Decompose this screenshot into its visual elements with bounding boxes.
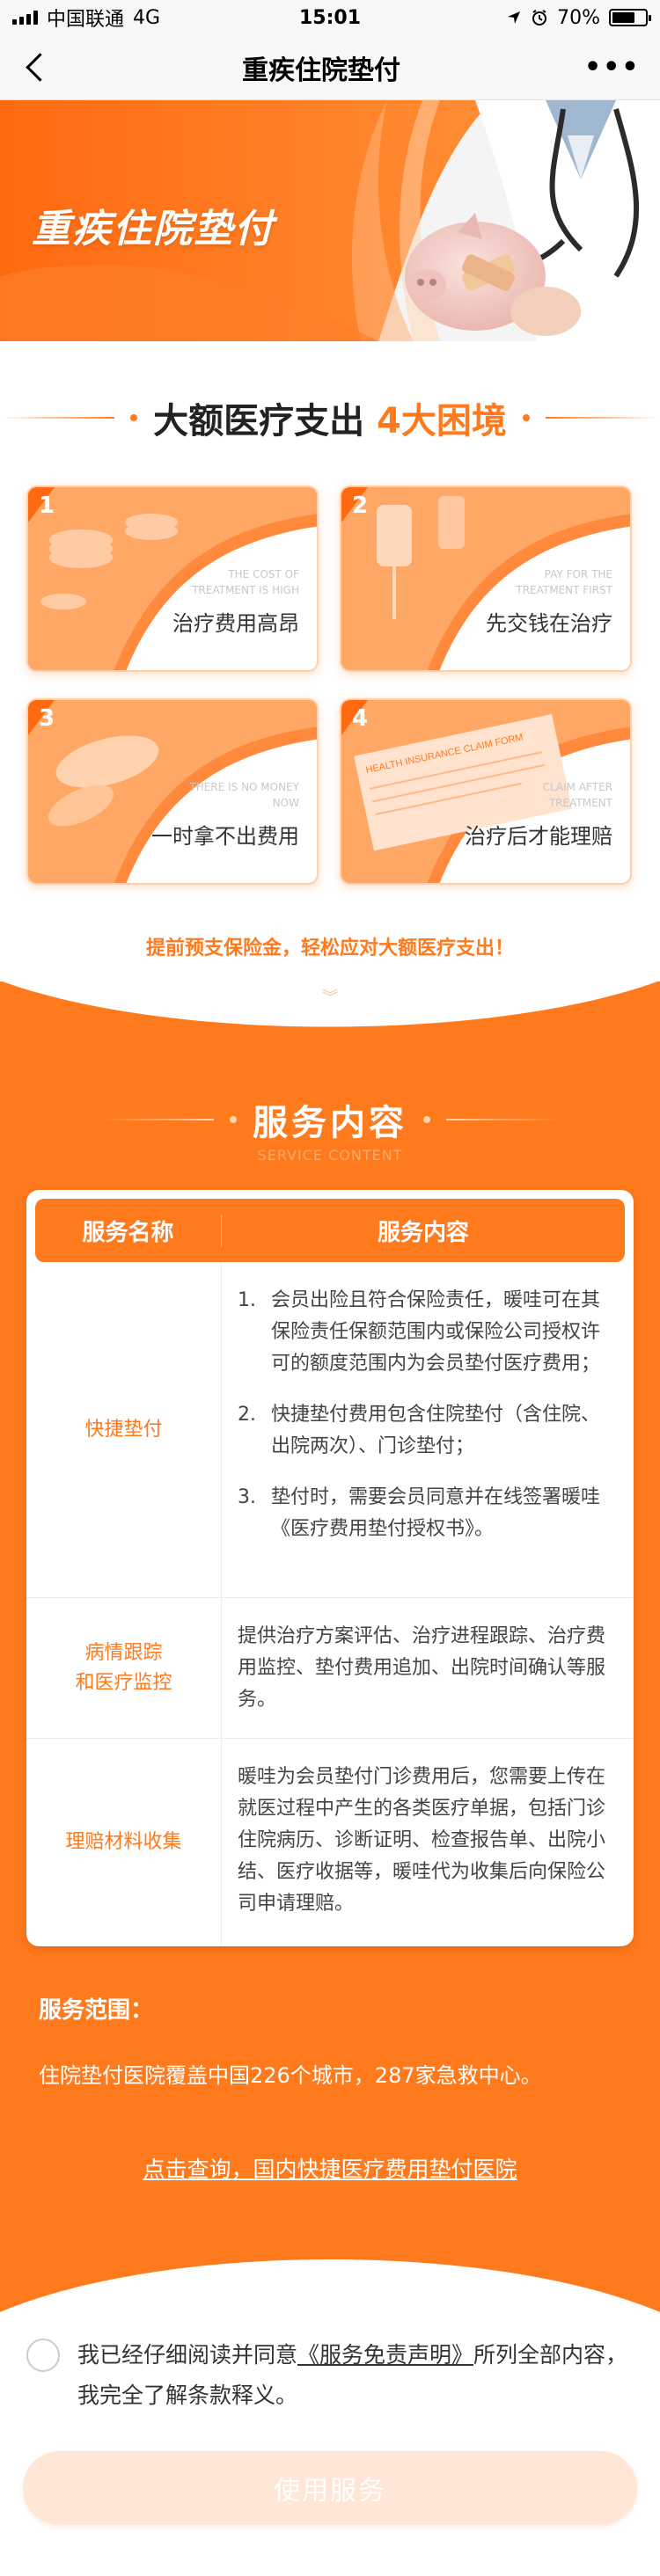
banner-title: 重疾住院垫付 bbox=[32, 207, 275, 252]
dilemma-heading: 大额医疗支出 4大困境 bbox=[0, 392, 660, 443]
location-icon bbox=[508, 11, 521, 24]
network-label: 4G bbox=[133, 6, 161, 29]
service-scope: 服务范围： 住院垫付医院覆盖中国226个城市，287家急救中心。 点击查询，国内… bbox=[0, 1992, 660, 2184]
list-item: 2. 快捷垫付费用包含住院垫付（含住院、出院两次）、门诊垫付； bbox=[238, 1404, 601, 1457]
alarm-icon bbox=[532, 10, 547, 26]
card-number: 2 bbox=[352, 493, 369, 519]
agreement-row: 我已经仔细阅读并同意《服务免责声明》所列全部内容，我完全了解条款释义。 bbox=[0, 2312, 660, 2416]
status-left: 中国联通 4G bbox=[12, 4, 160, 32]
battery-fill bbox=[612, 12, 635, 23]
status-bar: 中国联通 4G 15:01 70% bbox=[0, 0, 660, 35]
table-row: 理赔材料收集 暖哇为会员垫付门诊费用后，您需要上传在就医过程中产生的各类医疗单据… bbox=[26, 1739, 634, 1946]
heading-dot-left bbox=[130, 414, 138, 421]
card-number: 1 bbox=[39, 493, 55, 519]
dilemma-title: 大额医疗支出 bbox=[153, 401, 365, 441]
more-menu-button[interactable]: ••• bbox=[584, 52, 639, 83]
orange-wave-bottom bbox=[0, 2259, 660, 2312]
tagline: 提前预支保险金，轻松应对大额医疗支出！ bbox=[145, 938, 514, 960]
row-service-name: 快捷垫付 bbox=[26, 1262, 222, 1597]
back-chevron-icon[interactable] bbox=[23, 50, 58, 85]
scope-text: 住院垫付医院覆盖中国226个城市，287家急救中心。 bbox=[39, 2063, 542, 2088]
heading-line-left bbox=[0, 417, 115, 419]
battery-icon bbox=[609, 9, 651, 26]
heading-dot-right bbox=[522, 414, 530, 421]
card-english-caption: THERE IS NO MONEY NOW bbox=[189, 781, 299, 809]
list-item: 1. 会员出险且符合保险责任，暖哇可在其保险责任保额范围内或保险公司授权许可的额度… bbox=[238, 1289, 601, 1375]
row-service-name: 理赔材料收集 bbox=[26, 1739, 222, 1946]
signal-icon bbox=[12, 11, 38, 25]
service-subtitle: SERVICE CONTENT bbox=[257, 1147, 403, 1164]
card-english-caption: THE COST OF TREATMENT IS HIGH bbox=[192, 568, 299, 596]
row-service-content: 暖哇为会员垫付门诊费用后，您需要上传在就医过程中产生的各类医疗单据，包括门诊住院… bbox=[238, 1766, 606, 1915]
card-english-caption: CLAIM AFTER TREATMENT bbox=[542, 781, 612, 809]
heading-line-right bbox=[545, 417, 660, 419]
service-table: 服务名称 服务内容 快捷垫付 1. 会员出险且符合保险责任，暖哇可在其保险责任保额… bbox=[26, 1190, 634, 1946]
scroll-down-chevron-icon: ︾ bbox=[322, 989, 338, 1007]
card-number: 4 bbox=[352, 705, 369, 732]
row-service-content: 1. 会员出险且符合保险责任，暖哇可在其保险责任保额范围内或保险公司授权许可的额度… bbox=[222, 1262, 634, 1597]
table-header: 服务名称 服务内容 bbox=[35, 1199, 625, 1262]
disclaimer-link[interactable]: 《服务免责声明》 bbox=[297, 2342, 473, 2368]
dilemma-card-4: HEALTH INSURANCE CLAIM FORM 4 CLAIM AFTE… bbox=[340, 698, 632, 885]
status-right: 70% bbox=[506, 6, 651, 29]
heading-dot-right bbox=[423, 1116, 430, 1123]
dilemma-card-3: 3 THERE IS NO MONEY NOW 一时拿不出费用 bbox=[26, 698, 319, 885]
header-service-content: 服务内容 bbox=[377, 1219, 469, 1246]
card-number: 3 bbox=[39, 705, 55, 732]
list-item: 3. 垫付时，需要会员同意并在线签署暖哇《医疗费用垫付授权书》。 bbox=[238, 1486, 601, 1540]
card-english-caption: PAY FOR THE TREATMENT FIRST bbox=[516, 568, 612, 596]
row-service-content: 提供治疗方案评估、治疗进程跟踪、治疗费用监控、垫付费用追加、出院时间确认等服务。 bbox=[238, 1625, 606, 1711]
card-title: 先交钱在治疗 bbox=[486, 611, 612, 636]
dilemma-title-highlight: 4大困境 bbox=[377, 401, 507, 441]
table-row: 快捷垫付 1. 会员出险且符合保险责任，暖哇可在其保险责任保额范围内或保险公司授权… bbox=[26, 1262, 634, 1598]
carrier-label: 中国联通 bbox=[47, 9, 125, 31]
agreement-text: 我已经仔细阅读并同意《服务免责声明》所列全部内容，我完全了解条款释义。 bbox=[77, 2342, 628, 2408]
battery-percent: 70% bbox=[557, 6, 600, 29]
hero-banner: 重疾住院垫付 bbox=[0, 100, 660, 341]
dilemma-cards: 1 THE COST OF TREATMENT IS HIGH 治疗费用高昂 2… bbox=[0, 485, 660, 885]
service-section: ︾ 服务内容 SERVICE CONTENT 服务名称 服务内容 快捷垫付 1.… bbox=[0, 981, 660, 2312]
page-title: 重疾住院垫付 bbox=[242, 55, 400, 86]
hospital-query-link[interactable]: 点击查询，国内快捷医疗费用垫付医院 bbox=[39, 2152, 621, 2184]
heading-line-left bbox=[99, 1119, 214, 1120]
dilemma-card-2: 2 PAY FOR THE TREATMENT FIRST 先交钱在治疗 bbox=[340, 485, 632, 672]
table-row: 病情跟踪 和医疗监控 提供治疗方案评估、治疗进程跟踪、治疗费用监控、垫付费用追加、… bbox=[26, 1598, 634, 1739]
service-title: 服务内容 bbox=[253, 1103, 407, 1143]
agree-radio[interactable] bbox=[26, 2339, 60, 2372]
header-service-name: 服务名称 bbox=[35, 1214, 222, 1247]
heading-line-right bbox=[446, 1119, 561, 1120]
dilemma-card-1: 1 THE COST OF TREATMENT IS HIGH 治疗费用高昂 bbox=[26, 485, 319, 672]
card-title: 一时拿不出费用 bbox=[151, 824, 299, 849]
scope-title: 服务范围： bbox=[39, 1997, 154, 2024]
service-heading: 服务内容 bbox=[0, 1094, 660, 1145]
use-service-button[interactable]: 使用服务 bbox=[23, 2451, 637, 2525]
nav-bar: 重疾住院垫付 ••• bbox=[0, 35, 660, 100]
row-service-name: 病情跟踪 和医疗监控 bbox=[26, 1598, 222, 1738]
card-title: 治疗费用高昂 bbox=[172, 611, 299, 636]
heading-dot-left bbox=[230, 1116, 237, 1123]
card-title: 治疗后才能理赔 bbox=[465, 824, 612, 849]
